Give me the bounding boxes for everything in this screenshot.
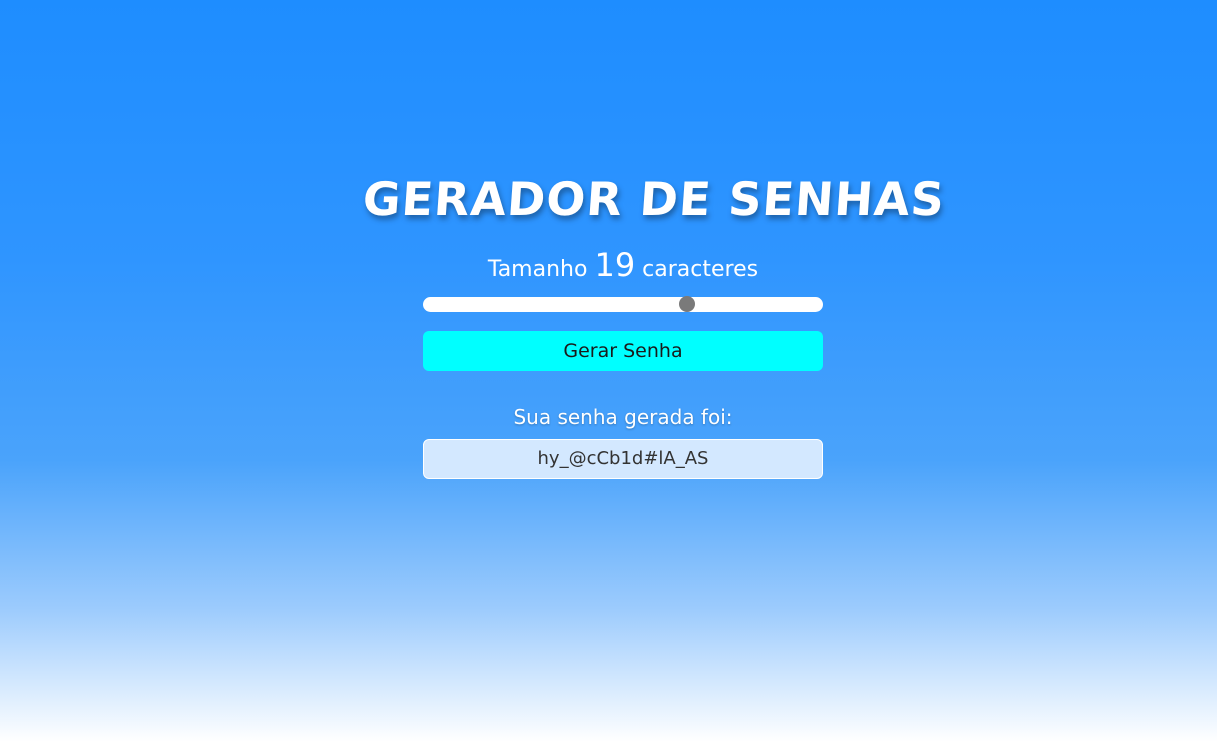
- generate-password-button[interactable]: Gerar Senha: [423, 331, 823, 371]
- length-slider[interactable]: [423, 296, 823, 312]
- size-value: 19: [594, 246, 636, 284]
- page-title: GERADOR DE SENHAS: [361, 172, 947, 226]
- size-suffix: caracteres: [642, 257, 759, 282]
- size-label: Tamanho 19 caracteres: [423, 249, 823, 285]
- result-label: Sua senha gerada foi:: [513, 405, 733, 429]
- generated-password-field[interactable]: hy_@cCb1d#lA_AS: [423, 439, 823, 479]
- slider-thumb[interactable]: [679, 296, 695, 312]
- size-prefix: Tamanho: [487, 257, 588, 282]
- password-generator: GERADOR DE SENHAS Tamanho 19 caracteres …: [361, 172, 947, 479]
